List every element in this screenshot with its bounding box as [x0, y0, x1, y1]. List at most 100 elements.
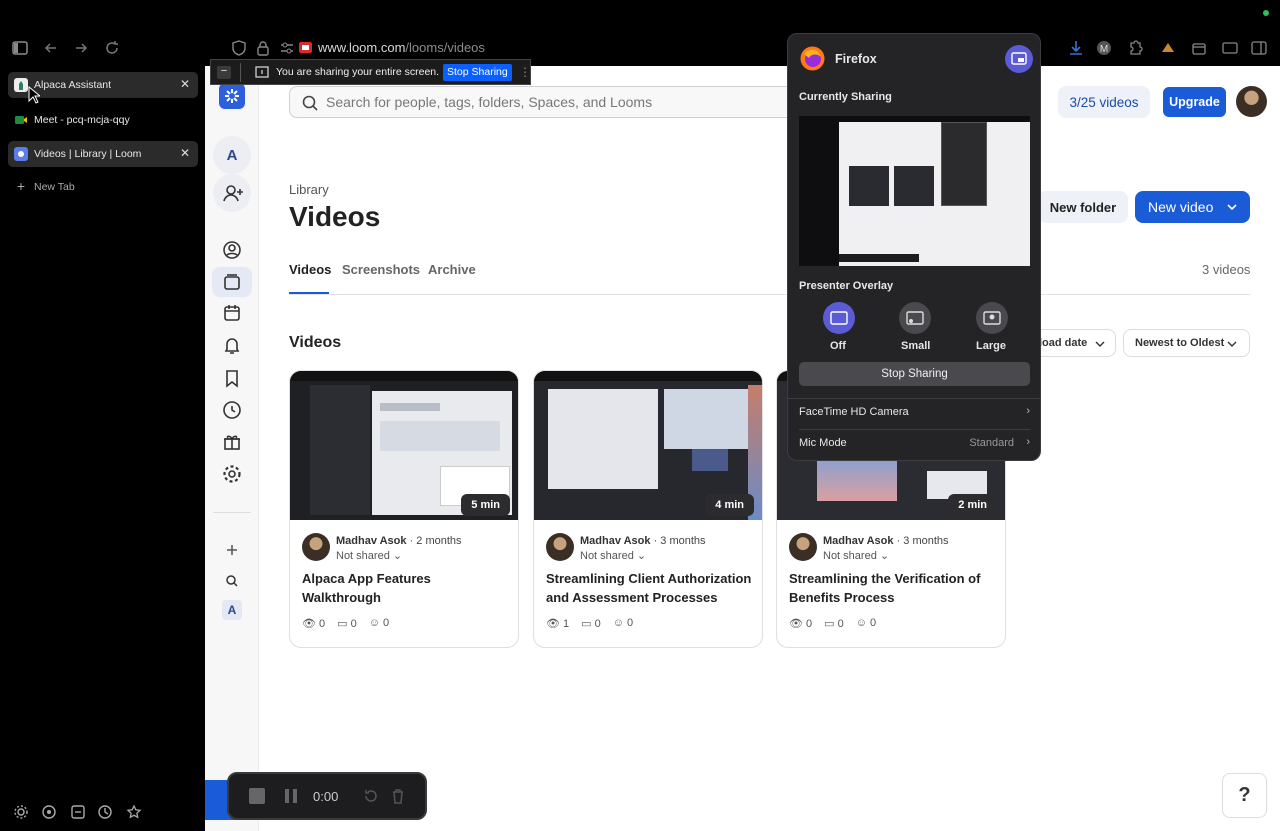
sidebar-right-icon[interactable] [1249, 38, 1269, 58]
help-button[interactable]: ? [1222, 773, 1267, 818]
overlay-large-option[interactable] [976, 302, 1008, 334]
overlay-small-option[interactable] [899, 302, 931, 334]
extensions-puzzle-icon[interactable] [1125, 38, 1145, 58]
vertical-tab-sidebar: Alpaca Assistant ✕ Meet - pcq-mcja-qqy V… [0, 66, 205, 831]
share-status-dropdown[interactable]: Not shared ⌄ [580, 549, 646, 562]
library-icon[interactable] [219, 269, 245, 295]
extension-colored-icon[interactable] [1158, 38, 1178, 58]
bookmarks-star-icon[interactable] [126, 804, 142, 820]
bell-icon[interactable] [219, 332, 245, 358]
app-name: Firefox [835, 52, 877, 66]
video-card[interactable]: 5 min Madhav Asok · 2 months Not shared … [289, 370, 519, 648]
pause-icon[interactable] [284, 788, 298, 804]
openai-icon[interactable] [41, 804, 57, 820]
loom-logo-icon[interactable] [219, 83, 245, 109]
video-title[interactable]: Streamlining Client Authorization and As… [546, 569, 756, 607]
sort-order-label: Newest to Oldest [1135, 337, 1225, 349]
screen-icon[interactable] [1220, 38, 1240, 58]
divider [799, 429, 1030, 430]
rail-divider [213, 512, 251, 513]
video-thumbnail[interactable]: 4 min [534, 371, 762, 520]
drag-handle-icon[interactable]: ⋮ [519, 65, 531, 79]
overlay-off-option[interactable] [823, 302, 855, 334]
video-thumbnail[interactable]: 5 min [290, 371, 518, 520]
close-icon[interactable]: ✕ [180, 77, 190, 91]
settings-icon[interactable] [13, 804, 29, 820]
share-status-dropdown[interactable]: Not shared ⌄ [823, 549, 889, 562]
back-icon[interactable] [41, 38, 61, 58]
profile-icon[interactable] [219, 237, 245, 263]
search-icon[interactable] [219, 568, 245, 594]
search-input[interactable]: Search for people, tags, folders, Spaces… [289, 86, 809, 118]
new-tab-button[interactable]: + New Tab [8, 174, 198, 200]
shield-icon[interactable] [229, 38, 249, 58]
screen-sharing-icon[interactable] [1005, 45, 1033, 73]
url-bar[interactable]: www.loom.com/looms/videos [318, 40, 485, 55]
space-avatar[interactable]: A [222, 600, 242, 620]
video-title[interactable]: Alpaca App Features Walkthrough [302, 569, 512, 607]
sidebar-toggle-icon[interactable] [10, 38, 30, 58]
reactions-count: 0 [870, 617, 877, 629]
stop-sharing-button[interactable]: Stop Sharing [443, 64, 512, 81]
upgrade-button[interactable]: Upgrade [1163, 87, 1226, 117]
duration-badge: 5 min [461, 494, 510, 516]
new-video-button[interactable]: New video [1135, 191, 1250, 223]
calendar-icon[interactable] [219, 300, 245, 326]
clock-icon[interactable] [219, 397, 245, 423]
video-quota-badge[interactable]: 3/25 videos [1058, 86, 1150, 118]
tab-loom-videos[interactable]: Videos | Library | Loom ✕ [8, 141, 198, 167]
restart-icon[interactable] [363, 788, 379, 804]
workspace-avatar[interactable]: A [213, 136, 251, 174]
lock-icon[interactable] [253, 38, 273, 58]
user-avatar[interactable] [1236, 86, 1267, 117]
stop-recording-button[interactable] [249, 788, 265, 804]
tab-archive[interactable]: Archive [428, 262, 476, 277]
tab-meet[interactable]: Meet - pcq-mcja-qqy [8, 107, 198, 133]
author-avatar [546, 533, 574, 561]
bookmark-icon[interactable] [219, 365, 245, 391]
overlay-large-label: Large [976, 340, 1006, 352]
sort-order-dropdown[interactable]: Newest to Oldest [1123, 329, 1250, 357]
trash-icon[interactable] [390, 788, 406, 804]
downloads-icon[interactable] [1066, 38, 1086, 58]
forward-icon[interactable] [71, 38, 91, 58]
comments-count: 0 [594, 618, 601, 630]
permissions-icon[interactable] [277, 38, 297, 58]
video-title[interactable]: Streamlining the Verification of Benefit… [789, 569, 999, 607]
screen-preview[interactable] [799, 116, 1030, 266]
extension-icon[interactable] [70, 804, 86, 820]
settings-icon[interactable] [219, 461, 245, 487]
container-icon[interactable] [1189, 38, 1209, 58]
author-avatar [302, 533, 330, 561]
collapse-icon[interactable]: − [217, 66, 231, 79]
screen-icon [830, 311, 848, 325]
share-status: Not shared [580, 550, 634, 562]
tab-screenshots[interactable]: Screenshots [342, 262, 420, 277]
presenter-overlay-label: Presenter Overlay [799, 280, 894, 292]
tab-label: Alpaca Assistant [34, 79, 112, 91]
share-status: Not shared [336, 550, 390, 562]
history-icon[interactable] [97, 804, 113, 820]
add-icon[interactable] [219, 537, 245, 563]
comments-stat: ▭ 0 [581, 618, 601, 630]
extension-m-icon[interactable]: M [1094, 38, 1114, 58]
video-card[interactable]: 4 min Madhav Asok · 3 months Not shared … [533, 370, 763, 648]
screen-share-indicator-icon[interactable] [296, 38, 316, 58]
invite-member-button[interactable] [213, 174, 251, 212]
reload-icon[interactable] [102, 38, 122, 58]
new-folder-button[interactable]: New folder [1038, 191, 1128, 223]
sort-field-dropdown[interactable]: load date [1028, 329, 1116, 357]
firefox-sharing-popup: Firefox Currently Sharing Presenter Over… [787, 33, 1041, 461]
mic-mode-value: Standard [969, 437, 1014, 449]
mic-mode-row[interactable]: Mic Mode Standard › [799, 436, 1030, 453]
author-avatar [789, 533, 817, 561]
alpaca-favicon-icon [14, 78, 28, 92]
share-status-dropdown[interactable]: Not shared ⌄ [336, 549, 402, 562]
close-icon[interactable]: ✕ [180, 146, 190, 160]
camera-row[interactable]: FaceTime HD Camera › [799, 405, 1030, 422]
stop-sharing-button[interactable]: Stop Sharing [799, 362, 1030, 386]
tab-videos[interactable]: Videos [289, 262, 331, 277]
gift-icon[interactable] [219, 429, 245, 455]
breadcrumb[interactable]: Library [289, 182, 329, 197]
new-tab-label: New Tab [34, 181, 75, 193]
